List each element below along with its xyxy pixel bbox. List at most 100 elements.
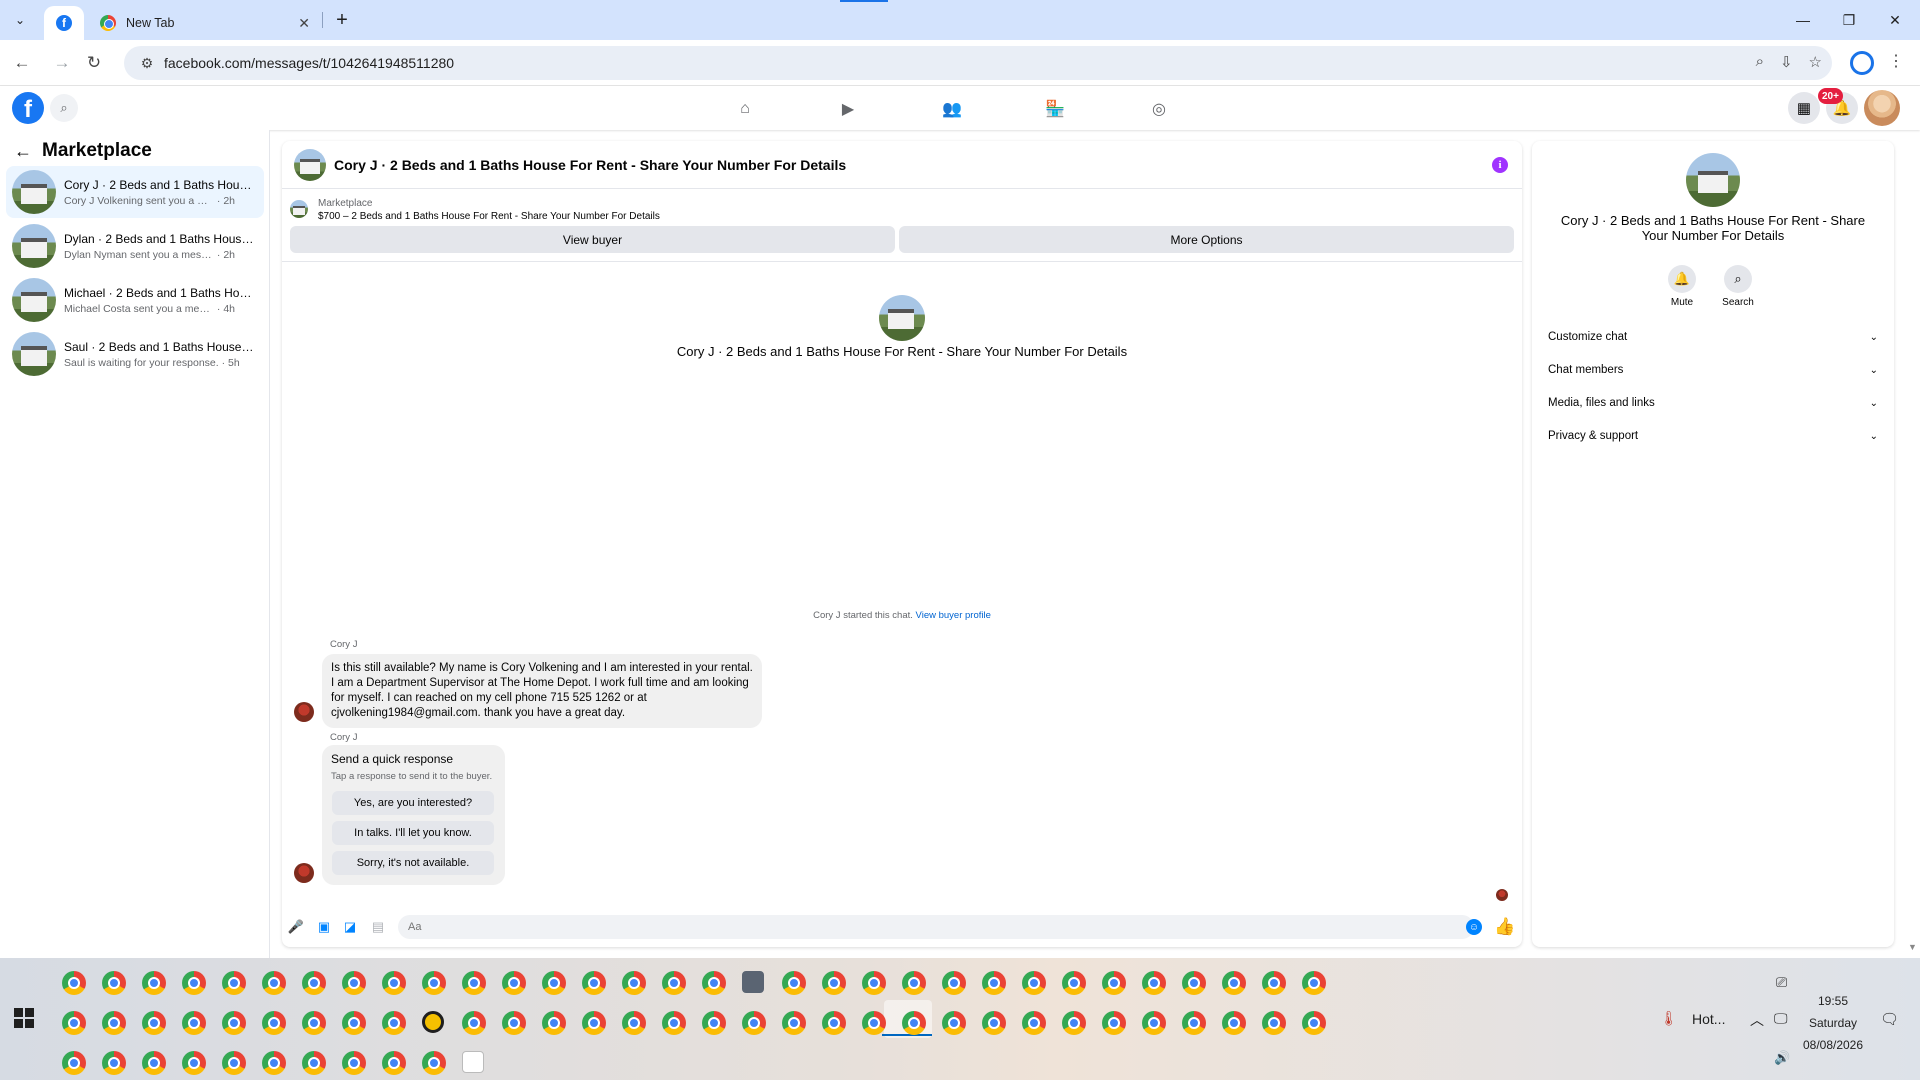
chrome-taskbar-icon[interactable] [622,1011,646,1035]
chrome-taskbar-icon[interactable] [1222,971,1246,995]
app-taskbar-icon[interactable] [742,971,764,993]
sticker-icon[interactable]: ◪ [342,919,358,935]
chrome-taskbar-icon[interactable] [1182,971,1206,995]
page-scrollbar[interactable]: ▼ [1906,130,1920,958]
chrome-taskbar-icon[interactable] [1022,1011,1046,1035]
like-thumb-icon[interactable]: 👍 [1494,917,1515,937]
mute-action[interactable]: 🔔 Mute [1662,265,1702,308]
chrome-taskbar-icon[interactable] [182,1011,206,1035]
chrome-taskbar-icon[interactable] [542,1011,566,1035]
chrome-taskbar-icon[interactable] [702,1011,726,1035]
bookmark-star-icon[interactable]: ☆ [1809,53,1822,71]
facebook-logo-icon[interactable]: f [12,92,44,124]
account-avatar[interactable] [1864,90,1900,126]
conversation-item[interactable]: Saul · 2 Beds and 1 Baths House Fo... Sa… [6,328,264,380]
chrome-taskbar-icon[interactable] [102,971,126,995]
chrome-taskbar-icon[interactable] [222,1051,246,1075]
chrome-taskbar-icon[interactable] [1022,971,1046,995]
chrome-taskbar-icon[interactable] [542,971,566,995]
chrome-taskbar-icon[interactable] [1302,1011,1326,1035]
chrome-taskbar-icon[interactable] [1262,1011,1286,1035]
back-arrow-icon[interactable]: ← [10,51,34,75]
chrome-taskbar-icon[interactable] [1262,971,1286,995]
more-options-button[interactable]: More Options [899,226,1514,253]
chrome-taskbar-icon[interactable] [1302,971,1326,995]
chrome-taskbar-icon[interactable] [822,971,846,995]
menu-grid-icon[interactable]: ▦ [1788,92,1820,124]
chrome-taskbar-icon[interactable] [662,1011,686,1035]
chrome-taskbar-icon[interactable] [1182,1011,1206,1035]
install-app-icon[interactable]: ⇩ [1780,53,1793,71]
chrome-taskbar-icon[interactable] [982,971,1006,995]
profile-extension-icon[interactable] [1850,51,1874,75]
site-info-icon[interactable]: ⚙ [132,55,162,72]
chrome-taskbar-icon[interactable] [462,971,486,995]
close-window-icon[interactable]: ✕ [1872,6,1918,34]
address-bar[interactable]: ⚙ facebook.com/messages/t/10426419485112… [124,46,1832,80]
video-icon[interactable]: ▶ [836,98,860,120]
section-media-files-links[interactable]: Media, files and links ⌄ [1544,389,1882,417]
quick-reply-button[interactable]: In talks. I'll let you know. [332,821,494,845]
chrome-taskbar-icon[interactable] [462,1011,486,1035]
document-taskbar-icon[interactable] [462,1051,484,1073]
quick-reply-button[interactable]: Yes, are you interested? [332,791,494,815]
home-icon[interactable]: ⌂ [733,98,757,120]
chrome-taskbar-icon[interactable] [342,1011,366,1035]
chrome-taskbar-icon[interactable] [782,1011,806,1035]
chrome-taskbar-icon[interactable] [142,1011,166,1035]
info-icon[interactable]: i [1492,157,1508,173]
chrome-taskbar-icon[interactable] [182,1051,206,1075]
chrome-taskbar-icon[interactable] [822,1011,846,1035]
chrome-taskbar-icon[interactable] [222,1011,246,1035]
chrome-taskbar-icon[interactable] [382,1011,406,1035]
view-buyer-button[interactable]: View buyer [290,226,895,253]
tray-chevron-up-icon[interactable]: ︿ [1750,1010,1764,1030]
chrome-taskbar-icon[interactable] [342,1051,366,1075]
chrome-taskbar-icon[interactable] [1102,1011,1126,1035]
chrome-taskbar-icon[interactable] [782,971,806,995]
url-text[interactable]: facebook.com/messages/t/1042641948511280 [164,55,454,71]
chrome-taskbar-icon[interactable] [1062,1011,1086,1035]
chrome-taskbar-icon[interactable] [702,971,726,995]
tab-new-tab[interactable]: New Tab ✕ [88,6,320,40]
chrome-taskbar-icon[interactable] [262,971,286,995]
chrome-taskbar-icon[interactable] [862,1011,886,1035]
chrome-taskbar-icon[interactable] [62,971,86,995]
chrome-taskbar-icon[interactable] [1142,971,1166,995]
photo-icon[interactable]: ▣ [316,919,332,935]
listing-thumbnail[interactable] [294,148,326,181]
chrome-taskbar-icon[interactable] [142,971,166,995]
section-chat-members[interactable]: Chat members ⌄ [1544,356,1882,384]
chrome-taskbar-icon[interactable] [982,1011,1006,1035]
chrome-taskbar-icon[interactable] [1222,1011,1246,1035]
chrome-taskbar-icon[interactable] [62,1011,86,1035]
section-customize-chat[interactable]: Customize chat ⌄ [1544,323,1882,351]
meet-now-icon[interactable]: ⎚ [1776,974,1787,991]
browser-menu-icon[interactable]: ⋮ [1886,51,1906,75]
sender-avatar[interactable] [294,863,314,883]
chrome-taskbar-icon[interactable] [942,1011,966,1035]
chrome-taskbar-icon[interactable] [182,971,206,995]
section-privacy-support[interactable]: Privacy & support ⌄ [1544,422,1882,450]
chrome-taskbar-icon[interactable] [342,971,366,995]
taskbar-clock[interactable]: 19:55 Saturday 08/08/2026 [1790,990,1876,1056]
search-icon[interactable]: ⌕ [50,94,78,122]
search-icon[interactable]: ⌕ [1724,265,1752,293]
search-action[interactable]: ⌕ Search [1718,265,1758,308]
tab-facebook[interactable]: f [44,6,84,40]
groups-icon[interactable]: ◎ [1147,98,1171,120]
zoom-icon[interactable]: ⌕ [1756,53,1764,71]
chrome-taskbar-icon[interactable] [902,1011,926,1035]
chrome-taskbar-icon[interactable] [422,1051,446,1075]
conversation-item[interactable]: Cory J · 2 Beds and 1 Baths House ... Co… [6,166,264,218]
conversation-item[interactable]: Dylan · 2 Beds and 1 Baths House ... Dyl… [6,220,264,272]
emoji-icon[interactable]: ☺ [1466,919,1482,935]
scroll-down-arrow-icon[interactable]: ▼ [1908,942,1917,952]
reload-icon[interactable]: ↻ [82,51,106,75]
chrome-taskbar-icon[interactable] [742,1011,766,1035]
network-icon[interactable]: 🖵 [1774,1010,1788,1027]
friends-icon[interactable]: 👥 [940,98,964,120]
sender-avatar[interactable] [294,702,314,722]
new-tab-plus-icon[interactable]: + [330,8,354,32]
chrome-taskbar-icon[interactable] [102,1051,126,1075]
